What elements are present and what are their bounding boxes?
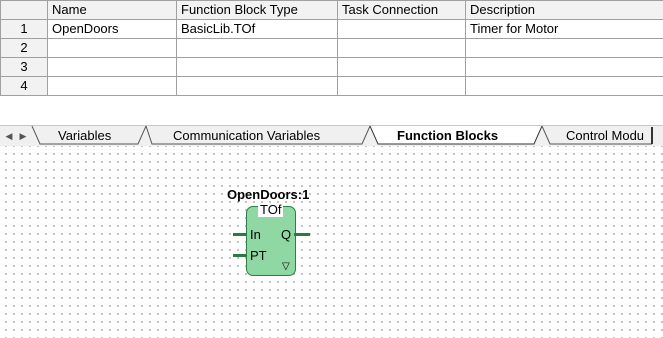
input-pin-in[interactable]: [233, 233, 247, 236]
table-header-row: Name Function Block Type Task Connection…: [0, 0, 663, 20]
cell-task-connection[interactable]: [337, 76, 466, 96]
table-corner-cell[interactable]: [0, 0, 48, 20]
cell-task-connection[interactable]: [337, 57, 466, 77]
output-pin-q[interactable]: [294, 233, 310, 236]
column-header-task-connection[interactable]: Task Connection: [337, 0, 466, 20]
cell-function-block-type[interactable]: BasicLib.TOf: [176, 19, 338, 39]
sheet-tab-bar: ◀ ▶ Variables Communication Variables Fu…: [0, 125, 663, 147]
input-pin-pt[interactable]: [233, 254, 247, 257]
row-number[interactable]: 1: [0, 19, 48, 39]
tab-function-blocks[interactable]: Function Blocks: [397, 128, 498, 144]
input-label-pt: PT: [250, 248, 267, 263]
input-label-in: In: [250, 227, 261, 242]
cell-function-block-type[interactable]: [176, 76, 338, 96]
table-row[interactable]: 1 OpenDoors BasicLib.TOf Timer for Motor: [0, 19, 663, 39]
column-header-name[interactable]: Name: [47, 0, 177, 20]
function-block-type-label: TOf: [258, 202, 284, 217]
cell-function-block-type[interactable]: [176, 38, 338, 58]
cell-name[interactable]: [47, 76, 177, 96]
diagram-canvas[interactable]: OpenDoors:1 TOf In PT Q ▽: [0, 146, 663, 338]
output-label-q: Q: [281, 227, 292, 242]
row-number[interactable]: 3: [0, 57, 48, 77]
row-number[interactable]: 2: [0, 38, 48, 58]
cell-description[interactable]: [465, 76, 663, 96]
cell-name[interactable]: [47, 38, 177, 58]
table-row[interactable]: 4: [0, 76, 663, 96]
cell-task-connection[interactable]: [337, 19, 466, 39]
cell-description[interactable]: [465, 57, 663, 77]
row-number[interactable]: 4: [0, 76, 48, 96]
cell-task-connection[interactable]: [337, 38, 466, 58]
table-row[interactable]: 3: [0, 57, 663, 77]
function-block-instance-name: OpenDoors:1: [227, 187, 310, 202]
cell-description[interactable]: Timer for Motor: [465, 19, 663, 39]
table-row[interactable]: 2: [0, 38, 663, 58]
tab-variables[interactable]: Variables: [58, 128, 111, 144]
expand-triangle-icon[interactable]: ▽: [282, 262, 290, 272]
tab-communication-variables[interactable]: Communication Variables: [173, 128, 320, 144]
column-header-function-block-type[interactable]: Function Block Type: [176, 0, 338, 20]
tab-control-modules[interactable]: Control Modu: [566, 128, 648, 144]
function-blocks-table: Name Function Block Type Task Connection…: [0, 0, 663, 96]
column-header-description[interactable]: Description: [465, 0, 663, 20]
cell-function-block-type[interactable]: [176, 57, 338, 77]
cell-name[interactable]: [47, 57, 177, 77]
cell-name[interactable]: OpenDoors: [47, 19, 177, 39]
cell-description[interactable]: [465, 38, 663, 58]
